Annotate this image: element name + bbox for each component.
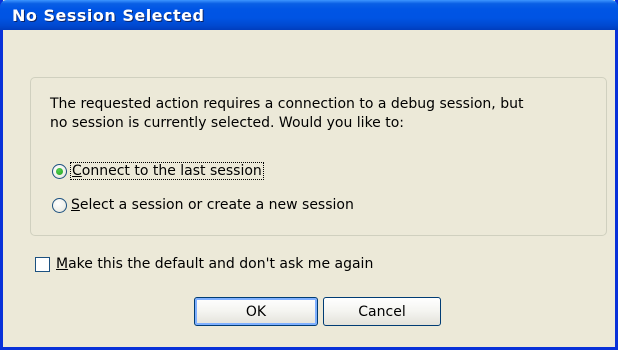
radio-unselected-icon[interactable] <box>52 197 67 213</box>
title-bar[interactable]: No Session Selected <box>0 0 618 30</box>
ok-button[interactable]: OK <box>194 297 318 326</box>
message-line-2: no session is currently selected. Would … <box>50 115 405 131</box>
dialog-title: No Session Selected <box>12 6 205 25</box>
radio-connect-last-session[interactable]: Connect to the last session <box>52 160 264 182</box>
message-text: The requested action requires a connecti… <box>50 95 590 133</box>
radio-connect-label: Connect to the last session <box>70 162 264 180</box>
radio-selected-icon[interactable] <box>52 163 67 179</box>
dont-ask-again-label: Make this the default and don't ask me a… <box>56 256 374 272</box>
radio-select-label: Select a session or create a new session <box>71 197 354 213</box>
dont-ask-again-checkbox-row[interactable]: Make this the default and don't ask me a… <box>35 254 373 274</box>
message-line-1: The requested action requires a connecti… <box>50 96 524 112</box>
checkbox-icon[interactable] <box>35 256 50 272</box>
radio-select-or-create-session[interactable]: Select a session or create a new session <box>52 194 354 216</box>
cancel-button[interactable]: Cancel <box>323 297 441 326</box>
